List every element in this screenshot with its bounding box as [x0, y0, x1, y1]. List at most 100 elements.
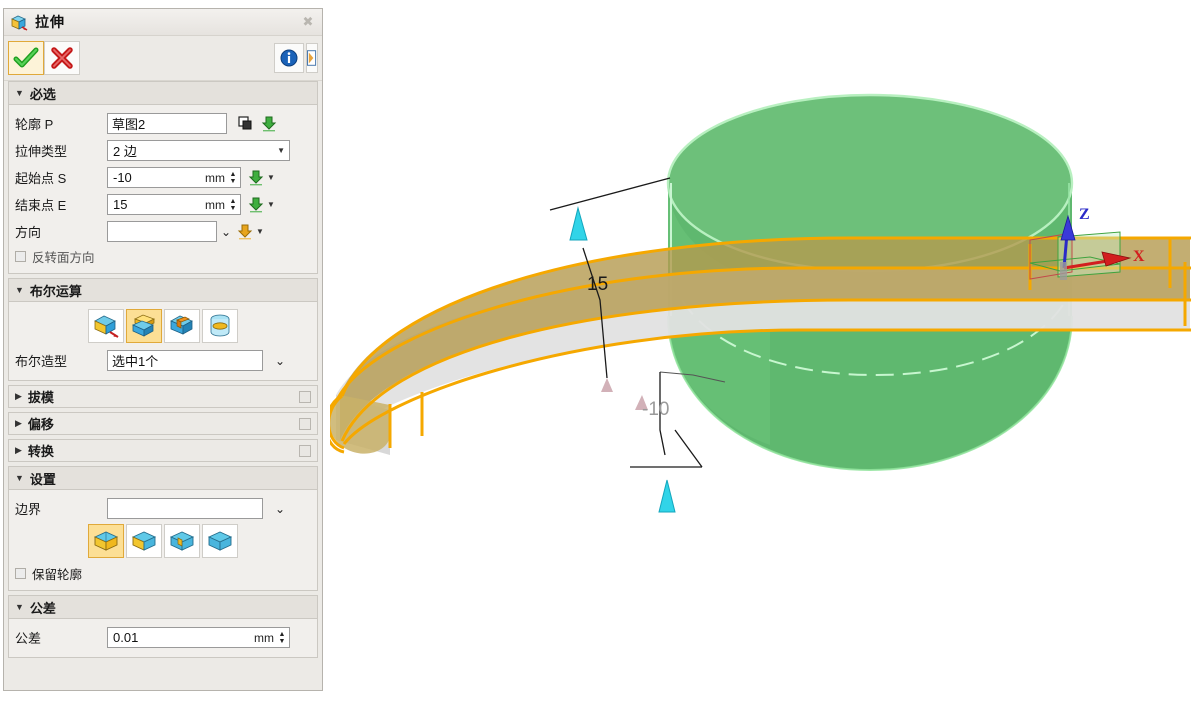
section-boolean: ▼ 布尔运算 布尔造型 选中1个 ⌄ [8, 278, 318, 381]
section-offset-header[interactable]: ▶ 偏移 [8, 412, 318, 435]
section-offset: ▶ 偏移 [8, 412, 318, 435]
dimension-15-label[interactable]: 15 [587, 274, 608, 296]
section-transform: ▶ 转换 [8, 439, 318, 462]
section-tolerance-label: 公差 [29, 600, 56, 616]
end-point-row: 结束点 E 15 mm ▲ ▼ ▼ [15, 191, 311, 218]
section-transform-header[interactable]: ▶ 转换 [8, 439, 318, 462]
boundary-open-icon[interactable] [202, 524, 238, 558]
command-bar-right [274, 43, 318, 73]
dimension-neg10-handle[interactable] [658, 479, 676, 513]
end-point-stepper[interactable]: ▲ ▼ [227, 195, 239, 214]
boolean-intersect-icon[interactable] [202, 309, 238, 343]
chevron-down-icon: ▼ [277, 146, 285, 155]
boolean-subtract-icon[interactable] [164, 309, 200, 343]
end-point-unit: mm [205, 197, 225, 212]
section-offset-label: 偏移 [27, 417, 54, 432]
boundary-input[interactable] [107, 498, 263, 519]
section-required-label: 必选 [29, 86, 56, 102]
dialog-title: 拉伸 [35, 14, 65, 30]
chevron-down-icon: ▼ [15, 285, 24, 295]
boundary-label: 边界 [15, 502, 42, 517]
start-options-chevron-down-icon[interactable]: ▼ [266, 173, 276, 182]
flip-face-direction-checkbox[interactable] [15, 250, 26, 262]
boolean-none-icon[interactable] [88, 309, 124, 343]
3d-model-canvas[interactable] [324, 0, 1193, 701]
section-boolean-body: 布尔造型 选中1个 ⌄ [8, 301, 318, 381]
page-next-button[interactable] [306, 43, 318, 73]
boolean-union-icon[interactable] [126, 309, 162, 343]
boolean-shape-label: 布尔造型 [15, 354, 68, 369]
3d-viewport[interactable]: 15 -10 Z X [324, 0, 1193, 701]
dialog-command-bar [4, 36, 322, 81]
start-point-stepper[interactable]: ▲ ▼ [227, 168, 239, 187]
chevron-right-icon: ▶ [15, 391, 22, 401]
keep-profile-label: 保留轮廓 [32, 567, 83, 582]
direction-options-chevron-down-icon[interactable]: ▼ [255, 227, 265, 236]
tolerance-value: 0.01 [113, 630, 139, 645]
section-settings-body: 边界 ⌄ 保留轮廓 [8, 489, 318, 591]
extrude-type-label: 拉伸类型 [15, 144, 68, 159]
extrude-dialog: 拉伸 ✖ ▼ 必选 轮廓 P 草图2 拉伸类型 2 边 ▼ 起始点 S -10 … [3, 8, 323, 691]
z-axis-label: Z [1079, 206, 1090, 223]
end-point-input[interactable]: 15 mm ▲ ▼ [107, 194, 241, 215]
direction-expand-double-chevron-icon[interactable]: ⌄ [217, 226, 235, 238]
section-draft-header[interactable]: ▶ 拔模 [8, 385, 318, 408]
chevron-down-icon: ▼ [15, 88, 24, 98]
tolerance-stepper[interactable]: ▲ ▼ [276, 628, 288, 647]
direction-label: 方向 [15, 225, 42, 240]
cylinder-solid[interactable] [661, 0, 1104, 472]
boundary-solid-icon[interactable] [88, 524, 124, 558]
boolean-shape-row: 布尔造型 选中1个 ⌄ [15, 347, 311, 374]
direction-row: 方向 ⌄ ▼ [15, 218, 311, 245]
direction-pick-orange-down-arrow-icon[interactable] [235, 222, 255, 242]
boolean-operation-buttons [15, 309, 311, 343]
dialog-titlebar: 拉伸 ✖ [4, 9, 322, 36]
end-options-chevron-down-icon[interactable]: ▼ [266, 200, 276, 209]
start-point-input[interactable]: -10 mm ▲ ▼ [107, 167, 241, 188]
section-settings-header[interactable]: ▼ 设置 [8, 466, 318, 489]
boolean-shape-expand-double-chevron-icon[interactable]: ⌄ [271, 355, 289, 367]
section-transform-checkbox[interactable] [299, 444, 311, 457]
select-window-icon[interactable] [235, 114, 255, 134]
section-tolerance-header[interactable]: ▼ 公差 [8, 595, 318, 618]
start-pick-green-down-arrow-icon[interactable] [246, 168, 266, 188]
chevron-right-icon: ▶ [15, 418, 22, 428]
section-offset-checkbox[interactable] [299, 417, 311, 430]
section-required: ▼ 必选 轮廓 P 草图2 拉伸类型 2 边 ▼ 起始点 S -10 mm ▲ … [8, 81, 318, 274]
boundary-half-icon[interactable] [126, 524, 162, 558]
x-axis-label: X [1133, 248, 1145, 265]
close-icon[interactable]: ✖ [298, 14, 318, 31]
section-required-header[interactable]: ▼ 必选 [8, 81, 318, 104]
section-boolean-header[interactable]: ▼ 布尔运算 [8, 278, 318, 301]
keep-profile-checkbox[interactable] [15, 567, 26, 579]
boundary-row: 边界 ⌄ [15, 495, 311, 522]
direction-input[interactable] [107, 221, 217, 242]
cancel-button[interactable] [44, 41, 80, 75]
boundary-sheet-icon[interactable] [164, 524, 200, 558]
keep-profile-row[interactable]: 保留轮廓 [15, 562, 311, 584]
section-settings: ▼ 设置 边界 ⌄ 保留轮廓 [8, 466, 318, 591]
section-settings-label: 设置 [29, 471, 56, 487]
boundary-type-buttons [15, 524, 311, 558]
tolerance-label: 公差 [15, 631, 42, 646]
profile-row: 轮廓 P 草图2 [15, 110, 311, 137]
ok-button[interactable] [8, 41, 44, 75]
dimension-neg10-label[interactable]: -10 [642, 399, 669, 421]
section-draft-label: 拔模 [27, 390, 54, 405]
boolean-shape-input[interactable]: 选中1个 [107, 350, 263, 371]
chevron-right-icon: ▶ [15, 445, 22, 455]
info-button[interactable] [274, 43, 304, 73]
profile-pick-green-down-arrow-icon[interactable] [259, 114, 279, 134]
flip-face-direction-row[interactable]: 反转面方向 [15, 245, 311, 267]
section-tolerance-body: 公差 0.01 mm ▲ ▼ [8, 618, 318, 658]
tolerance-input[interactable]: 0.01 mm ▲ ▼ [107, 627, 290, 648]
end-pick-green-down-arrow-icon[interactable] [246, 195, 266, 215]
boundary-expand-double-chevron-icon[interactable]: ⌄ [271, 503, 289, 515]
section-draft-checkbox[interactable] [299, 390, 311, 403]
section-required-body: 轮廓 P 草图2 拉伸类型 2 边 ▼ 起始点 S -10 mm ▲ ▼ ▼ 结… [8, 104, 318, 274]
profile-input[interactable]: 草图2 [107, 113, 227, 134]
extrude-type-select[interactable]: 2 边 ▼ [107, 140, 290, 161]
dimension-15-handle[interactable] [569, 206, 588, 241]
flip-face-direction-label: 反转面方向 [32, 250, 95, 265]
extrude-cube-icon [10, 14, 28, 31]
